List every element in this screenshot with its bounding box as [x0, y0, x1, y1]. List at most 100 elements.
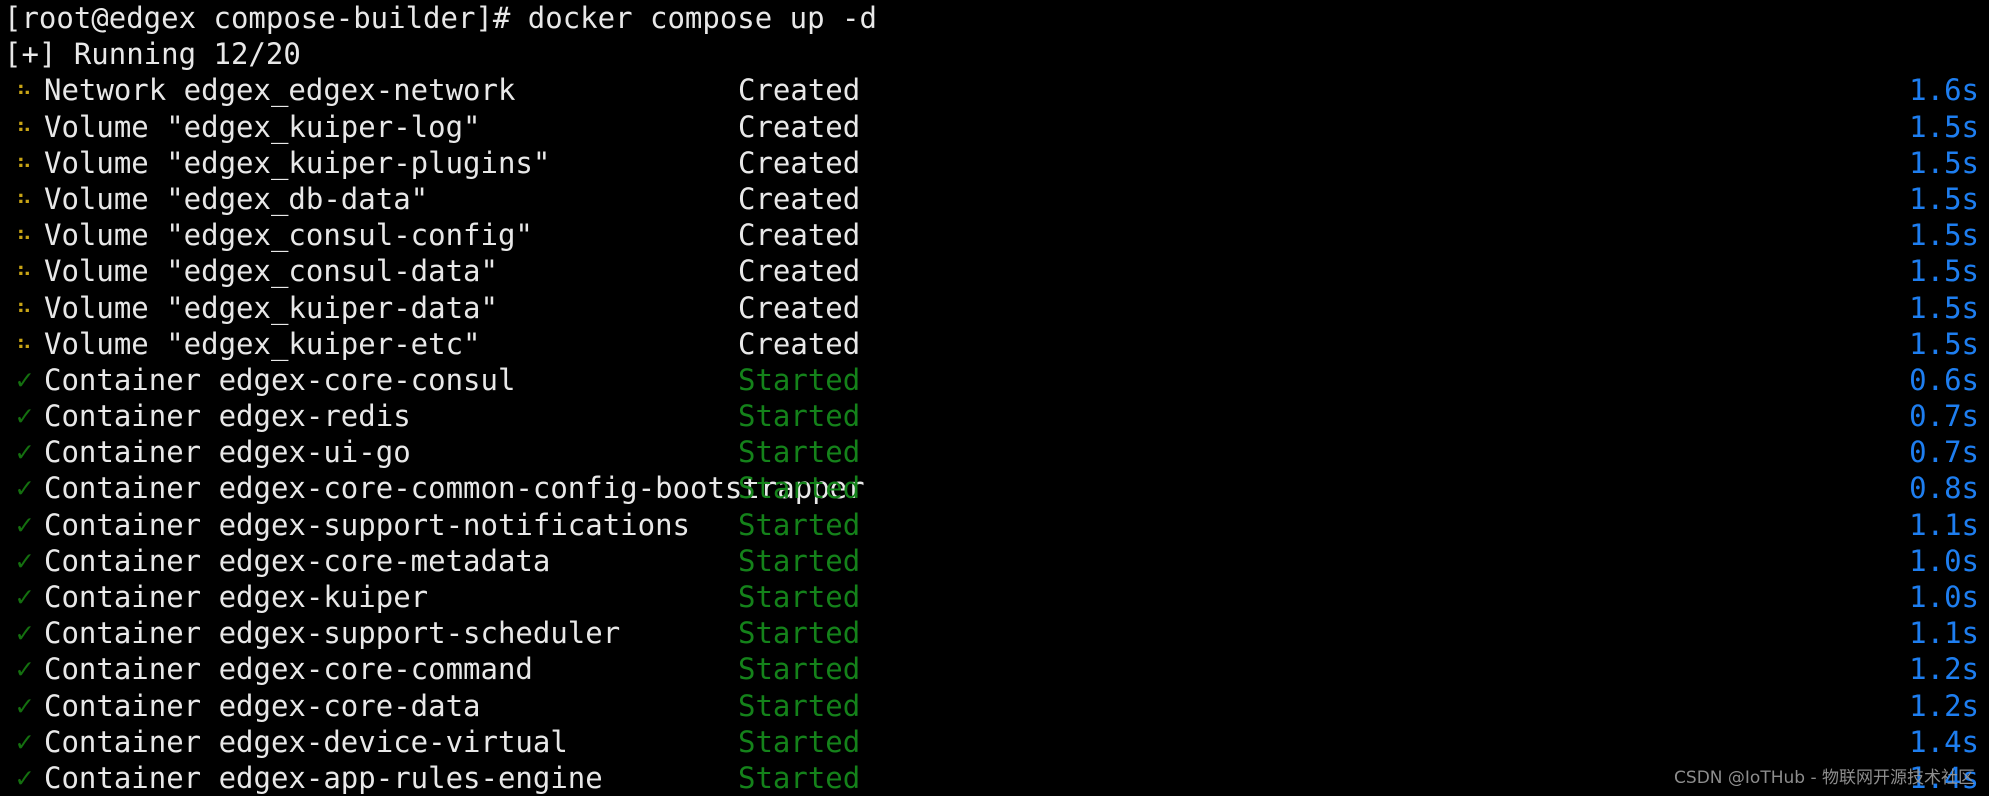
service-name: Container edgex-app-rules-engine [44, 760, 603, 795]
service-status-badge: Created [738, 254, 861, 289]
service-elapsed-time: 1.5s [1909, 326, 1979, 361]
service-elapsed-time: 1.5s [1909, 109, 1979, 144]
service-status-badge: Started [738, 471, 861, 506]
service-status-badge: Started [738, 362, 861, 397]
check-icon: ✓ [16, 616, 33, 650]
service-row: ✓ Container edgex-core-consul Started 0.6s [0, 362, 1989, 398]
service-elapsed-time: 0.7s [1909, 435, 1979, 470]
service-name: Container edgex-support-notifications [44, 507, 691, 542]
service-elapsed-time: 1.1s [1909, 507, 1979, 542]
service-status-badge: Created [738, 290, 861, 325]
service-row: ✓ Container edgex-core-common-config-boot… [0, 470, 1989, 506]
service-elapsed-time: 1.6s [1909, 73, 1979, 108]
service-row: ⠦ Volume "edgex_kuiper-etc" Created 1.5s [0, 326, 1989, 362]
service-row: ⠦ Volume "edgex_consul-data" Created 1.5s [0, 253, 1989, 289]
service-status-badge: Created [738, 109, 861, 144]
service-row: ✓ Container edgex-ui-go Started 0.7s [0, 434, 1989, 470]
service-name: Container edgex-device-virtual [44, 724, 568, 759]
spinner-dots-icon: ⠦ [16, 258, 33, 284]
service-status-badge: Started [738, 652, 861, 687]
spinner-dots-icon: ⠦ [16, 294, 33, 320]
service-row: ✓ Container edgex-support-notifications St… [0, 507, 1989, 543]
service-elapsed-time: 1.5s [1909, 290, 1979, 325]
spinner-dots-icon: ⠦ [16, 77, 33, 103]
service-status-badge: Started [738, 580, 861, 614]
service-name: Container edgex-support-scheduler [44, 616, 621, 651]
service-status-badge: Started [738, 543, 861, 578]
service-elapsed-time: 1.4s [1909, 724, 1979, 759]
service-elapsed-time: 1.5s [1909, 145, 1979, 180]
service-row: ⠦ Volume "edgex_db-data" Created 1.5s [0, 181, 1989, 217]
service-name: Container edgex-core-command [44, 652, 533, 687]
check-icon: ✓ [16, 652, 33, 686]
shell-prompt-command-line: [root@edgex compose-builder]# docker com… [4, 1, 877, 35]
spinner-dots-icon: ⠦ [16, 330, 33, 356]
compose-service-list: ⠦ Network edgex_edgex-network Created 1.6s ⠦… [0, 72, 1989, 796]
compose-running-status-line: [+] Running 12/20 [4, 37, 301, 72]
service-name: Volume "edgex_kuiper-plugins" [44, 145, 551, 180]
service-name: Volume "edgex_kuiper-etc" [44, 326, 481, 361]
service-elapsed-time: 1.5s [1909, 254, 1979, 289]
check-icon: ✓ [16, 399, 33, 433]
service-status-badge: Created [738, 218, 861, 253]
service-row: ✓ Container edgex-core-data Started 1.2s [0, 688, 1989, 724]
service-name: Container edgex-core-metadata [44, 543, 551, 578]
service-name: Volume "edgex_kuiper-log" [44, 109, 481, 144]
spinner-dots-icon: ⠦ [16, 185, 33, 211]
check-icon: ✓ [16, 688, 33, 722]
service-name: Container edgex-kuiper [44, 580, 429, 614]
service-status-badge: Created [738, 181, 861, 216]
service-name: Volume "edgex_db-data" [44, 181, 429, 216]
service-status-badge: Started [738, 435, 861, 470]
spinner-dots-icon: ⠦ [16, 222, 33, 248]
check-icon: ✓ [16, 362, 33, 396]
service-name: Volume "edgex_consul-data" [44, 254, 498, 289]
service-row: ⠦ Volume "edgex_kuiper-log" Created 1.5s [0, 109, 1989, 145]
service-name: Network edgex_edgex-network [44, 73, 516, 108]
service-elapsed-time: 0.7s [1909, 399, 1979, 434]
service-row: ✓ Container edgex-support-scheduler Starte… [0, 615, 1989, 651]
spinner-dots-icon: ⠦ [16, 149, 33, 175]
service-row: ✓ Container edgex-device-virtual Started 1.… [0, 724, 1989, 760]
spinner-dots-icon: ⠦ [16, 113, 33, 139]
service-row: ⠦ Volume "edgex_consul-config" Created 1.5s [0, 217, 1989, 253]
service-elapsed-time: 1.0s [1909, 580, 1979, 614]
service-status-badge: Created [738, 145, 861, 180]
service-status-badge: Created [738, 326, 861, 361]
service-name: Container edgex-core-consul [44, 362, 516, 397]
service-status-badge: Started [738, 724, 861, 759]
service-name: Volume "edgex_consul-config" [44, 218, 533, 253]
check-icon: ✓ [16, 760, 33, 794]
check-icon: ✓ [16, 724, 33, 758]
service-elapsed-time: 0.6s [1909, 362, 1979, 397]
service-row: ⠦ Network edgex_edgex-network Created 1.6s [0, 72, 1989, 108]
service-row: ⠦ Volume "edgex_kuiper-plugins" Created 1.5… [0, 145, 1989, 181]
service-row: ✓ Container edgex-kuiper Started 1.0s [0, 579, 1989, 615]
service-row: ✓ Container edgex-core-metadata Started 1.0… [0, 543, 1989, 579]
check-icon: ✓ [16, 435, 33, 469]
service-elapsed-time: 1.1s [1909, 616, 1979, 651]
service-name: Volume "edgex_kuiper-data" [44, 290, 498, 325]
check-icon: ✓ [16, 507, 33, 541]
service-elapsed-time: 1.2s [1909, 688, 1979, 723]
service-status-badge: Started [738, 688, 861, 723]
service-name: Container edgex-core-data [44, 688, 481, 723]
service-row: ⠦ Volume "edgex_kuiper-data" Created 1.5s [0, 290, 1989, 326]
service-status-badge: Created [738, 73, 861, 108]
service-status-badge: Started [738, 399, 861, 434]
service-name: Container edgex-ui-go [44, 435, 411, 470]
service-status-badge: Started [738, 760, 861, 795]
service-elapsed-time: 1.5s [1909, 181, 1979, 216]
check-icon: ✓ [16, 471, 33, 505]
service-elapsed-time: 1.5s [1909, 218, 1979, 253]
service-name: Container edgex-redis [44, 399, 411, 434]
check-icon: ✓ [16, 543, 33, 577]
check-icon: ✓ [16, 580, 33, 613]
service-elapsed-time: 0.8s [1909, 471, 1979, 506]
service-status-badge: Started [738, 507, 861, 542]
csdn-watermark: CSDN @IoTHub - 物联网开源技术社区 [1674, 768, 1975, 788]
service-row: ✓ Container edgex-core-command Started 1.2s [0, 651, 1989, 687]
service-elapsed-time: 1.2s [1909, 652, 1979, 687]
service-row: ✓ Container edgex-redis Started 0.7s [0, 398, 1989, 434]
terminal-window[interactable]: [root@edgex compose-builder]# docker com… [0, 0, 1989, 796]
